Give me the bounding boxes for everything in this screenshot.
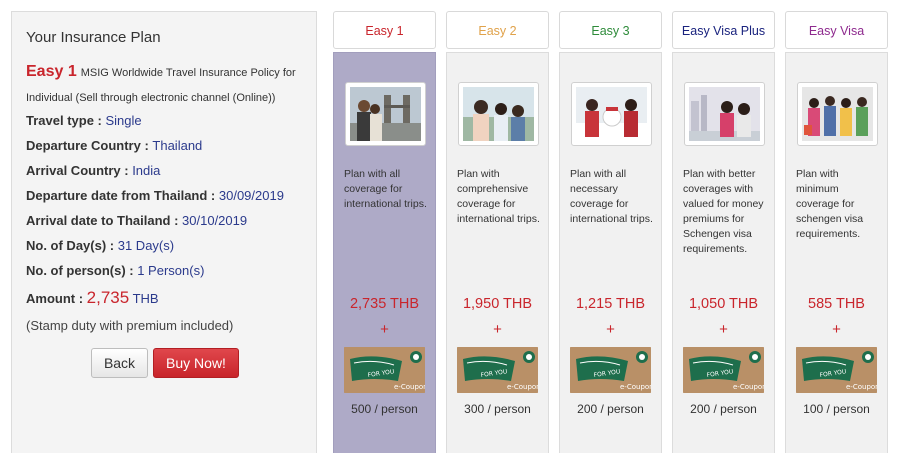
departure-date-row: Departure date from Thailand : 30/09/201… — [26, 188, 284, 203]
tab-easy-1[interactable]: Easy 1 — [333, 11, 436, 49]
departure-date-value: 30/09/2019 — [218, 188, 284, 203]
svg-text:e-Coupon: e-Coupon — [733, 383, 764, 391]
plus-sign: + — [832, 321, 841, 338]
plus-sign: + — [380, 321, 389, 338]
plan-photo — [571, 82, 652, 146]
plan-column-easy-visa-plus: Easy Visa Plus Plan with better coverage… — [672, 11, 775, 453]
arrival-date-row: Arrival date to Thailand : 30/10/2019 — [26, 213, 247, 228]
plus-sign: + — [606, 321, 615, 338]
plus-sign: + — [493, 321, 502, 338]
plan-body-easy-3[interactable]: Plan with all necessary coverage for int… — [559, 52, 662, 453]
coupon-card-icon: FOR YOU e-Coupon — [570, 347, 651, 393]
arrival-date-value: 30/10/2019 — [182, 213, 248, 228]
starbucks-ecoupon-image: FOR YOU e-Coupon — [344, 347, 425, 393]
plan-price: 1,215 THB — [575, 296, 646, 312]
arrival-country-label: Arrival Country : — [26, 163, 133, 178]
svg-text:e-Coupon: e-Coupon — [507, 383, 538, 391]
days-row: No. of Day(s) : 31 Day(s) — [26, 238, 174, 253]
plan-description-text: Plan with minimum coverage for schengen … — [796, 168, 864, 240]
shopping-friends-image — [802, 87, 873, 141]
tab-easy-3[interactable]: Easy 3 — [559, 11, 662, 49]
back-button[interactable]: Back — [91, 348, 148, 378]
snow-friends-image — [576, 87, 647, 141]
departure-country-value: Thailand — [152, 138, 203, 153]
svg-text:e-Coupon: e-Coupon — [394, 383, 425, 391]
amount-currency: THB — [132, 291, 159, 306]
coupon-value: 200 / person — [577, 402, 644, 416]
plus-sign: + — [719, 321, 728, 338]
selected-plan-name: Easy 1 — [26, 63, 77, 80]
tab-easy-visa[interactable]: Easy Visa — [785, 11, 888, 49]
travel-type-label: Travel type : — [26, 113, 106, 128]
arrival-date-label: Arrival date to Thailand : — [26, 213, 183, 228]
plan-description-text: Plan with all necessary coverage for int… — [570, 168, 653, 225]
amount-value: 2,735 — [86, 288, 130, 307]
plan-price: 1,050 THB — [688, 296, 759, 312]
plan-price: 2,735 THB — [349, 296, 420, 312]
plan-column-easy-3: Easy 3 Plan with all necessary coverage … — [559, 11, 662, 453]
persons-label: No. of person(s) : — [26, 263, 138, 278]
starbucks-ecoupon-image: FOR YOU e-Coupon — [570, 347, 651, 393]
departure-date-label: Departure date from Thailand : — [26, 188, 219, 203]
starbucks-ecoupon-image: FOR YOU e-Coupon — [796, 347, 877, 393]
coupon-card-icon: FOR YOU e-Coupon — [457, 347, 538, 393]
buy-now-button[interactable]: Buy Now! — [153, 348, 239, 378]
starbucks-ecoupon-image: FOR YOU e-Coupon — [457, 347, 538, 393]
coupon-card-icon: FOR YOU e-Coupon — [683, 347, 764, 393]
plan-photo — [684, 82, 765, 146]
plan-price: 1,950 THB — [462, 296, 533, 312]
plan-column-easy-visa: Easy Visa Plan with minimum coverage for… — [785, 11, 888, 453]
plan-price: 585 THB — [808, 296, 865, 312]
plan-description: Easy 1 MSIG Worldwide Travel Insurance Po… — [26, 59, 311, 111]
svg-text:e-Coupon: e-Coupon — [846, 383, 877, 391]
departure-country-label: Departure Country : — [26, 138, 153, 153]
stamp-duty-note: (Stamp duty with premium included) — [26, 318, 234, 333]
days-value: 31 Day(s) — [117, 238, 175, 253]
plan-description-text: Plan with all coverage for international… — [344, 168, 427, 210]
summary-title: Your Insurance Plan — [26, 29, 161, 46]
coupon-value: 500 / person — [351, 402, 418, 416]
amount-row: Amount : 2,735 THB — [26, 288, 159, 308]
travel-type-row: Travel type : Single — [26, 113, 142, 128]
coupon-card-icon: FOR YOU e-Coupon — [344, 347, 425, 393]
tab-easy-2[interactable]: Easy 2 — [446, 11, 549, 49]
selfie-group-image — [463, 87, 534, 141]
svg-text:e-Coupon: e-Coupon — [620, 383, 651, 391]
arrival-country-row: Arrival Country : India — [26, 163, 160, 178]
plan-column-easy-1: Easy 1 Plan with all coverage for intern… — [333, 11, 436, 453]
coupon-value: 200 / person — [690, 402, 757, 416]
travel-type-value: Single — [105, 113, 142, 128]
london-bridge-couple-image — [350, 87, 421, 141]
amount-label: Amount : — [26, 291, 87, 306]
plan-body-easy-1[interactable]: Plan with all coverage for international… — [333, 52, 436, 453]
coupon-value: 300 / person — [464, 402, 531, 416]
departure-country-row: Departure Country : Thailand — [26, 138, 202, 153]
days-label: No. of Day(s) : — [26, 238, 118, 253]
plan-photo — [797, 82, 878, 146]
plan-body-easy-2[interactable]: Plan with comprehensive coverage for int… — [446, 52, 549, 453]
plan-body-easy-visa[interactable]: Plan with minimum coverage for schengen … — [785, 52, 888, 453]
city-skyline-couple-image — [689, 87, 760, 141]
plan-body-easy-visa-plus[interactable]: Plan with better coverages with valued f… — [672, 52, 775, 453]
coupon-value: 100 / person — [803, 402, 870, 416]
persons-value: 1 Person(s) — [137, 263, 205, 278]
coupon-card-icon: FOR YOU e-Coupon — [796, 347, 877, 393]
starbucks-ecoupon-image: FOR YOU e-Coupon — [683, 347, 764, 393]
plan-photo — [345, 82, 426, 146]
persons-row: No. of person(s) : 1 Person(s) — [26, 263, 204, 278]
plan-description-text: Plan with comprehensive coverage for int… — [457, 168, 540, 225]
arrival-country-value: India — [132, 163, 161, 178]
insurance-summary-panel: Your Insurance Plan Easy 1 MSIG Worldwide… — [11, 11, 317, 453]
plan-column-easy-2: Easy 2 Plan with comprehensive coverage … — [446, 11, 549, 453]
plan-photo — [458, 82, 539, 146]
tab-easy-visa-plus[interactable]: Easy Visa Plus — [672, 11, 775, 49]
plan-description-text: Plan with better coverages with valued f… — [683, 168, 764, 255]
